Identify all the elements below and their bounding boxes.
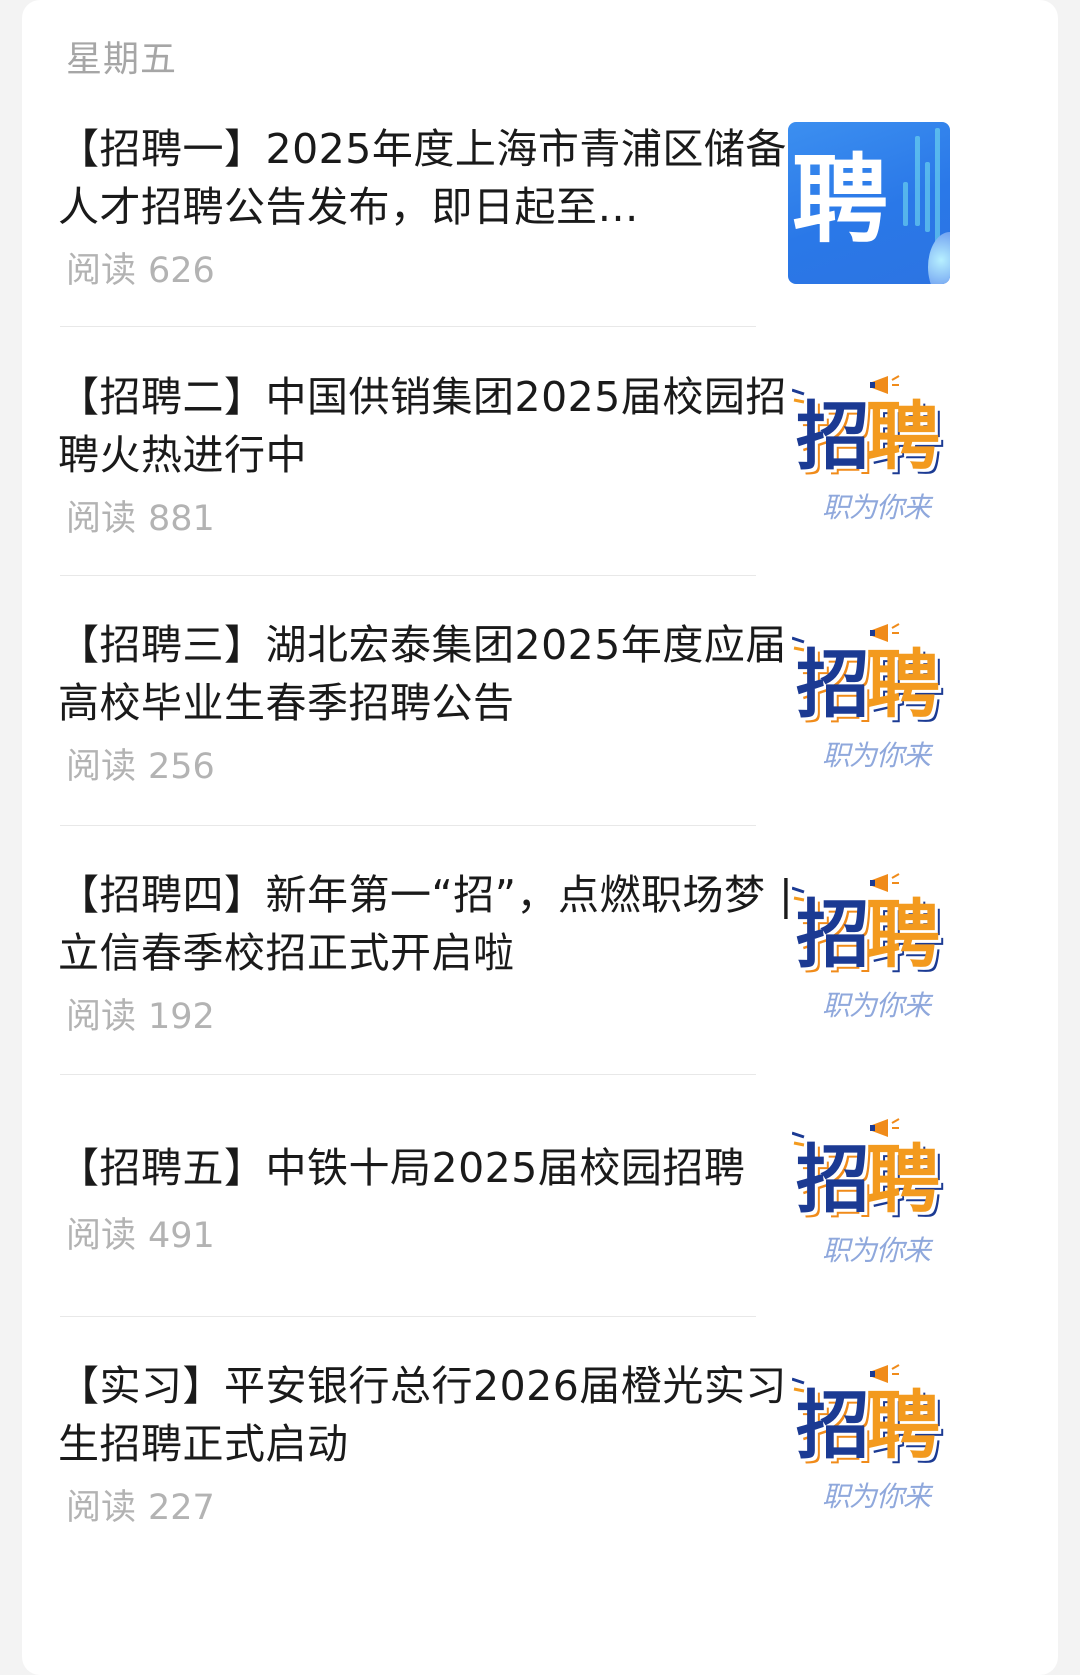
article-item-4[interactable]: 【招聘四】新年第一“招”，点燃职场梦 | 立信春季校招正式开启啦 阅读 192 招…: [22, 826, 1058, 1074]
article-item-2[interactable]: 【招聘二】中国供销集团2025届校园招聘火热进行中 阅读 881 招聘 职为你来: [22, 328, 1058, 576]
article-thumbnail[interactable]: 招聘 职为你来: [792, 1117, 966, 1291]
read-label: 阅读: [66, 251, 137, 291]
read-count: 阅读 881: [66, 490, 215, 541]
read-count-value: 227: [148, 1488, 215, 1528]
read-label: 阅读: [66, 1216, 137, 1256]
logo-text: 招聘: [796, 642, 940, 728]
logo-slogan: 职为你来: [822, 739, 931, 772]
read-label: 阅读: [66, 1488, 137, 1528]
logo-slogan: 职为你来: [822, 1480, 931, 1513]
read-label: 阅读: [66, 747, 137, 787]
article-title[interactable]: 【招聘三】湖北宏泰集团2025年度应届高校毕业生春季招聘公告: [58, 616, 828, 732]
read-label: 阅读: [66, 499, 137, 539]
article-item-6[interactable]: 【实习】平安银行总行2026届橙光实习生招聘正式启动 阅读 227 招聘 职为你来: [22, 1317, 1058, 1675]
article-list-card: 星期五 【招聘一】2025年度上海市青浦区储备人才招聘公告发布，即日起至… 阅读…: [22, 0, 1058, 1675]
read-count-value: 881: [148, 499, 215, 539]
article-title[interactable]: 【招聘四】新年第一“招”，点燃职场梦 | 立信春季校招正式开启啦: [58, 866, 828, 982]
read-count-value: 256: [148, 747, 215, 787]
read-count: 阅读 491: [66, 1207, 215, 1258]
decorative-bar: [903, 182, 908, 226]
decorative-bar: [925, 162, 930, 232]
article-title[interactable]: 【招聘二】中国供销集团2025届校园招聘火热进行中: [58, 368, 828, 484]
read-count-value: 192: [148, 997, 215, 1037]
read-count-value: 626: [148, 251, 215, 291]
logo-slogan: 职为你来: [822, 491, 931, 524]
article-item-1[interactable]: 【招聘一】2025年度上海市青浦区储备人才招聘公告发布，即日起至… 阅读 626 …: [22, 0, 1058, 328]
logo-text: 招聘: [796, 1383, 940, 1469]
logo-text: 招聘: [796, 1137, 940, 1223]
article-thumbnail[interactable]: 招聘 职为你来: [792, 374, 966, 548]
article-thumbnail[interactable]: 聘: [788, 122, 950, 284]
read-label: 阅读: [66, 997, 137, 1037]
read-count: 阅读 192: [66, 988, 215, 1039]
logo-slogan: 职为你来: [822, 989, 931, 1022]
divider: [60, 326, 756, 327]
article-item-5[interactable]: 【招聘五】中铁十局2025届校园招聘 阅读 491 招聘 职为你来: [22, 1075, 1058, 1317]
article-item-3[interactable]: 【招聘三】湖北宏泰集团2025年度应届高校毕业生春季招聘公告 阅读 256 招聘 …: [22, 576, 1058, 826]
logo-text: 招聘: [796, 892, 940, 978]
read-count: 阅读 256: [66, 738, 215, 789]
article-thumbnail[interactable]: 招聘 职为你来: [792, 1363, 966, 1537]
read-count-value: 491: [148, 1216, 215, 1256]
decorative-bar: [915, 136, 920, 226]
decorative-orb: [928, 232, 950, 284]
decorative-bar: [935, 128, 940, 248]
article-title[interactable]: 【招聘一】2025年度上海市青浦区储备人才招聘公告发布，即日起至…: [58, 120, 828, 236]
logo-text: 招聘: [796, 394, 940, 480]
article-title[interactable]: 【实习】平安银行总行2026届橙光实习生招聘正式启动: [58, 1357, 828, 1473]
article-thumbnail[interactable]: 招聘 职为你来: [792, 872, 966, 1046]
thumbnail-text: 聘: [792, 144, 888, 256]
article-thumbnail[interactable]: 招聘 职为你来: [792, 622, 966, 796]
article-title[interactable]: 【招聘五】中铁十局2025届校园招聘: [58, 1139, 828, 1197]
logo-slogan: 职为你来: [822, 1234, 931, 1267]
read-count: 阅读 227: [66, 1479, 215, 1530]
read-count: 阅读 626: [66, 242, 215, 293]
